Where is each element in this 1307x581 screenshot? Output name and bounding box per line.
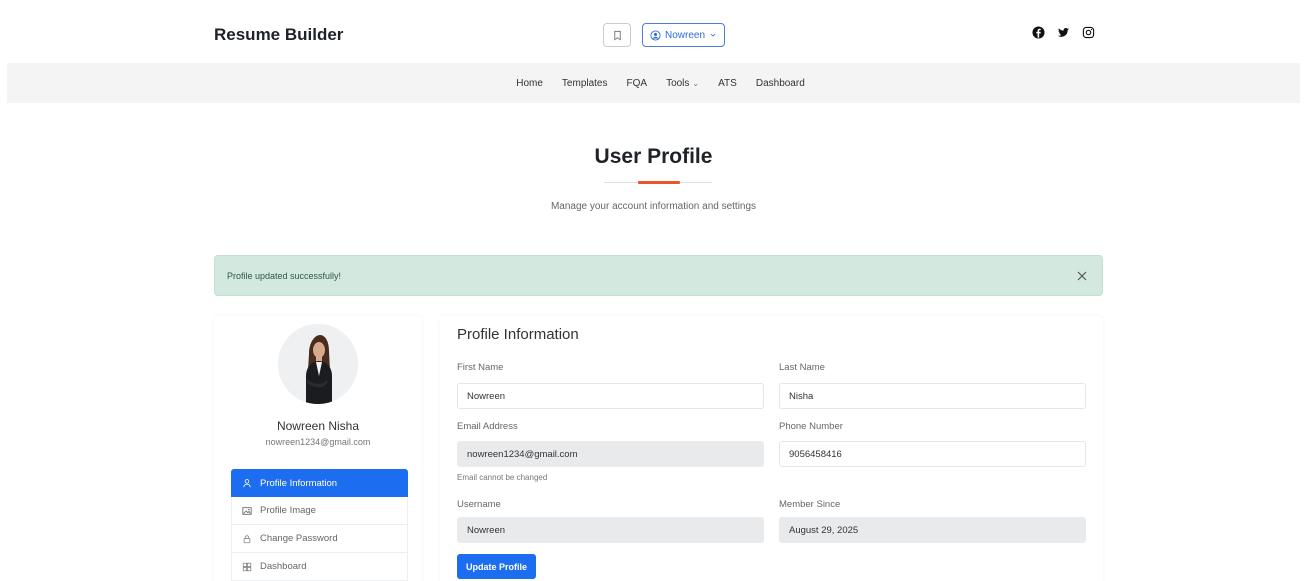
phone-label: Phone Number (779, 421, 843, 432)
last-name-label: Last Name (779, 362, 825, 373)
image-icon (242, 506, 252, 515)
nav-item-tools-label: Tools (666, 77, 690, 89)
user-icon (243, 479, 251, 488)
profile-name: Nowreen Nisha (276, 419, 360, 433)
nav-item-templates[interactable]: Templates (562, 78, 608, 89)
username-field: Nowreen (457, 517, 764, 543)
lock-icon (243, 534, 251, 543)
menu-item-label: Change Password (260, 533, 338, 544)
avatar-image (278, 324, 358, 404)
menu-item-profile-image[interactable]: Profile Image (231, 497, 408, 525)
profile-sidebar: Nowreen Nisha nowreen1234@gmail.com Prof… (214, 316, 422, 581)
form-section-title: Profile Information (457, 326, 579, 343)
user-circle-icon (650, 29, 661, 41)
top-header: Resume Builder Nowreen (0, 0, 1307, 64)
first-name-input[interactable]: Nowreen (457, 383, 764, 409)
nav-item-home[interactable]: Home (516, 78, 543, 89)
email-help-text: Email cannot be changed (457, 473, 548, 482)
alert-close-button[interactable] (1074, 268, 1090, 284)
chevron-down-icon: ⌄ (692, 78, 700, 88)
menu-item-profile-information[interactable]: Profile Information (231, 469, 408, 497)
nav-item-fqa[interactable]: FQA (627, 78, 648, 89)
chevron-down-icon (710, 33, 716, 37)
nav-item-tools[interactable]: Tools ⌄ (666, 78, 699, 89)
twitter-icon (1057, 27, 1070, 37)
nav-item-dashboard[interactable]: Dashboard (756, 78, 805, 89)
main-nav: Home Templates FQA Tools ⌄ ATS Dashboard (7, 63, 1300, 103)
bookmark-icon (613, 30, 621, 40)
username-label: Username (457, 499, 501, 510)
instagram-link[interactable] (1082, 26, 1095, 39)
member-since-label: Member Since (779, 499, 841, 510)
nav-item-ats[interactable]: ATS (718, 78, 737, 89)
bookmark-button[interactable] (603, 23, 631, 47)
dashboard-icon (242, 562, 252, 571)
last-name-input[interactable]: Nisha (779, 383, 1086, 409)
close-icon (1077, 271, 1087, 281)
facebook-link[interactable] (1032, 26, 1045, 39)
phone-input[interactable]: 9056458416 (779, 441, 1086, 467)
header-controls: Nowreen (603, 23, 726, 47)
twitter-link[interactable] (1057, 26, 1070, 39)
page-subtitle: Manage your account information and sett… (550, 201, 757, 212)
user-menu-label: Nowreen (665, 29, 706, 41)
profile-menu: Profile Information Profile Image Change… (231, 469, 408, 581)
brand-logo[interactable]: Resume Builder (214, 25, 343, 45)
member-since-field: August 29, 2025 (779, 517, 1086, 543)
menu-item-dashboard[interactable]: Dashboard (231, 553, 408, 581)
menu-item-label: Profile Information (260, 477, 338, 489)
page-title: User Profile (594, 145, 713, 168)
alert-message: Profile updated successfully! (227, 271, 342, 281)
update-profile-button[interactable]: Update Profile (457, 554, 537, 579)
profile-form-card: Profile Information First Name Nowreen L… (440, 316, 1103, 581)
menu-item-label: Dashboard (260, 561, 307, 572)
title-accent-bar (638, 181, 680, 184)
avatar (278, 324, 358, 404)
menu-item-change-password[interactable]: Change Password (231, 525, 408, 553)
facebook-icon (1032, 26, 1045, 39)
email-label: Email Address (457, 421, 518, 432)
profile-email: nowreen1234@gmail.com (265, 437, 371, 447)
user-menu-button[interactable]: Nowreen (642, 23, 726, 47)
menu-item-label: Profile Image (260, 505, 316, 516)
email-field: nowreen1234@gmail.com (457, 441, 764, 467)
first-name-label: First Name (457, 362, 504, 373)
success-alert: Profile updated successfully! (214, 255, 1103, 296)
social-links (1032, 26, 1095, 39)
instagram-icon (1082, 26, 1095, 39)
